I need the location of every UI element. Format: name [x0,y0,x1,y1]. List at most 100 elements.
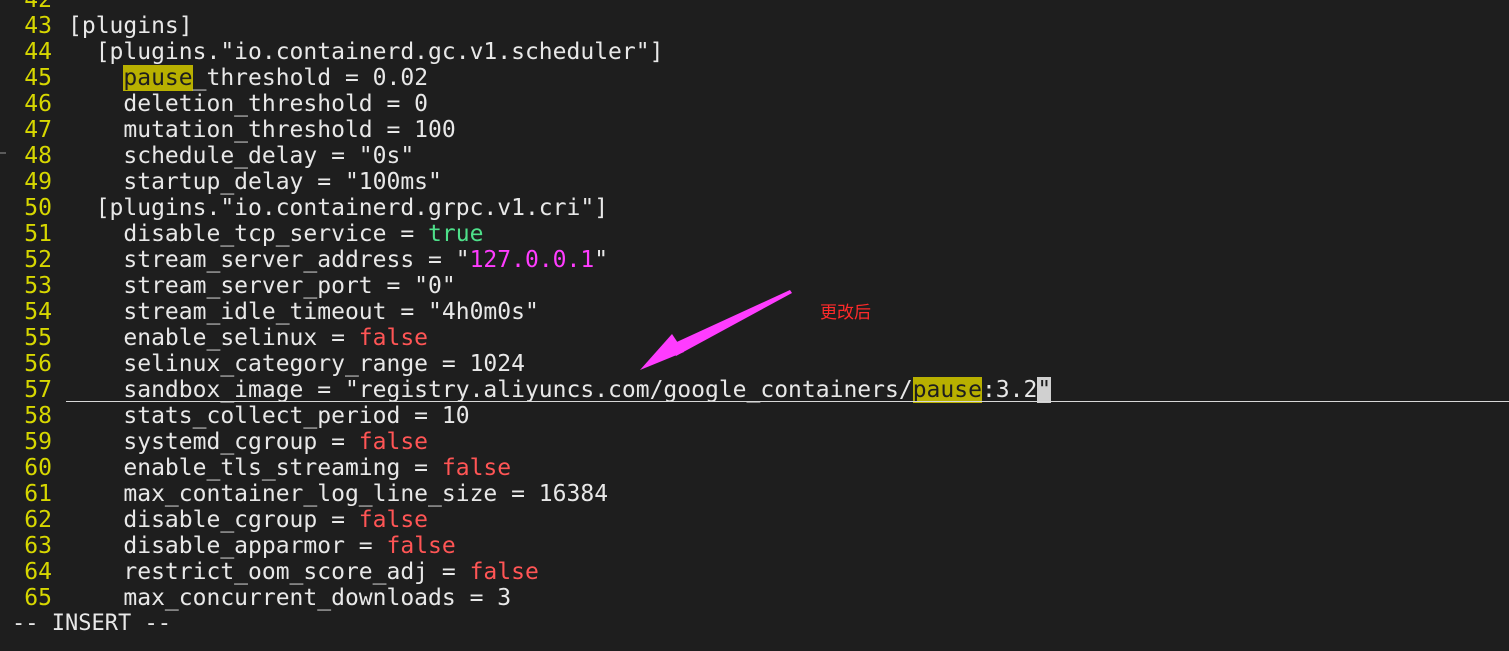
code-token: [plugins] [68,13,193,39]
code-line[interactable]: 63 disable_apparmor = false [0,533,1509,559]
code-token: stream_idle_timeout = "4h0m0s" [68,299,539,325]
code-line[interactable]: 44 [plugins."io.containerd.gc.v1.schedul… [0,39,1509,65]
line-number: 43 [24,13,52,39]
code-token: deletion_threshold = 0 [68,91,429,117]
code-token: false [358,429,429,455]
code-line[interactable]: 52 stream_server_address = "127.0.0.1" [0,247,1509,273]
code-editor[interactable]: 42 43 [plugins] 44 [plugins."io.containerd.… [0,0,1509,611]
line-content[interactable]: restrict_oom_score_adj = false [68,559,539,585]
line-content[interactable]: disable_cgroup = false [68,507,428,533]
code-line[interactable]: 55 enable_selinux = false [0,325,1509,351]
code-line[interactable]: 48 schedule_delay = "0s" [0,143,1509,169]
line-content[interactable]: pause_threshold = 0.02 [68,65,428,91]
code-token: mutation_threshold = 100 [68,117,456,143]
code-line[interactable]: 43 [plugins] [0,13,1509,39]
line-number: 45 [24,65,52,91]
line-content[interactable]: max_concurrent_downloads = 3 [68,585,511,611]
code-token: false [358,325,429,351]
line-content[interactable]: stream_server_address = "127.0.0.1" [68,247,608,273]
code-line[interactable]: 47 mutation_threshold = 100 [0,117,1509,143]
code-line[interactable]: 51 disable_tcp_service = true [0,221,1509,247]
code-token: false [386,533,456,559]
code-token: enable_selinux = [68,325,359,351]
code-token: disable_tcp_service = [68,221,429,247]
line-content[interactable]: schedule_delay = "0s" [68,143,414,169]
code-token: disable_apparmor = [68,533,387,559]
line-number: 52 [24,247,52,273]
line-content[interactable]: disable_tcp_service = true [68,221,483,247]
line-content[interactable]: selinux_category_range = 1024 [68,351,525,377]
line-content[interactable]: stats_collect_period = 10 [68,403,470,429]
code-line[interactable]: 53 stream_server_port = "0" [0,273,1509,299]
code-token: schedule_delay = "0s" [68,143,415,169]
code-token: false [469,559,539,585]
code-line[interactable]: 59 systemd_cgroup = false [0,429,1509,455]
code-token: enable_tls_streaming = [68,455,442,481]
line-number: 61 [24,481,52,507]
line-content[interactable]: stream_server_port = "0" [68,273,455,299]
code-line[interactable]: 50 [plugins."io.containerd.grpc.v1.cri"] [0,195,1509,221]
line-content[interactable]: sandbox_image = "registry.aliyuncs.com/g… [68,377,1052,403]
code-line[interactable]: 62 disable_cgroup = false [0,507,1509,533]
line-content[interactable]: enable_tls_streaming = false [68,455,511,481]
line-content[interactable]: mutation_threshold = 100 [68,117,456,143]
code-line[interactable]: 65 max_concurrent_downloads = 3 [0,585,1509,611]
line-content[interactable]: [plugins] [68,13,193,39]
line-number: 42 [24,0,52,13]
code-token: 127.0.0.1 [469,247,595,273]
line-content[interactable]: max_container_log_line_size = 16384 [68,481,608,507]
code-line[interactable]: 60 enable_tls_streaming = false [0,455,1509,481]
line-number: 47 [24,117,52,143]
code-token: false [441,455,512,481]
line-number: 56 [24,351,52,377]
code-token: max_concurrent_downloads = 3 [68,585,512,611]
line-number: 62 [24,507,52,533]
code-token: [plugins."io.containerd.gc.v1.scheduler"… [68,39,664,65]
line-content[interactable]: [plugins."io.containerd.gc.v1.scheduler"… [68,39,664,65]
line-number: 49 [24,169,52,195]
line-content[interactable]: deletion_threshold = 0 [68,91,428,117]
line-number: 55 [24,325,52,351]
line-number: 44 [24,39,52,65]
line-number: 54 [24,299,52,325]
code-line[interactable]: 56 selinux_category_range = 1024 [0,351,1509,377]
search-match: pause [123,65,193,91]
line-number: 60 [24,455,52,481]
code-token: startup_delay = "100ms" [68,169,442,195]
code-token: systemd_cgroup = [68,429,359,455]
line-number: 51 [24,221,52,247]
code-line[interactable]: 57 sandbox_image = "registry.aliyuncs.co… [0,377,1509,403]
code-line[interactable]: 42 [0,0,1509,13]
code-token: restrict_oom_score_adj = [68,559,470,585]
code-line[interactable]: 64 restrict_oom_score_adj = false [0,559,1509,585]
code-line[interactable]: 49 startup_delay = "100ms" [0,169,1509,195]
line-number: 63 [24,533,52,559]
line-content[interactable]: startup_delay = "100ms" [68,169,442,195]
mode-indicator: -- INSERT -- [12,611,171,636]
code-line[interactable]: 45 pause_threshold = 0.02 [0,65,1509,91]
line-number: 48 [24,143,52,169]
text-cursor: " [1037,377,1052,403]
line-content[interactable]: stream_idle_timeout = "4h0m0s" [68,299,539,325]
line-number: 59 [24,429,52,455]
line-content[interactable]: enable_selinux = false [68,325,428,351]
line-content[interactable]: systemd_cgroup = false [68,429,428,455]
code-line[interactable]: 58 stats_collect_period = 10 [0,403,1509,429]
line-number: 46 [24,91,52,117]
line-content[interactable]: disable_apparmor = false [68,533,456,559]
code-line[interactable]: 54 stream_idle_timeout = "4h0m0s" [0,299,1509,325]
line-number: 64 [24,559,52,585]
line-content[interactable]: [plugins."io.containerd.grpc.v1.cri"] [68,195,608,221]
code-line[interactable]: 61 max_container_log_line_size = 16384 [0,481,1509,507]
code-token: stream_server_address = " [68,247,470,273]
code-token: stats_collect_period = 10 [68,403,470,429]
code-token: [plugins."io.containerd.grpc.v1.cri"] [68,195,609,221]
code-token: max_container_log_line_size = 16384 [68,481,609,507]
code-token: :3.2 [981,377,1038,403]
code-token: selinux_category_range = 1024 [68,351,525,377]
line-number: 58 [24,403,52,429]
code-token: sandbox_image = "registry.aliyuncs.com/g… [68,377,913,403]
code-line[interactable]: 46 deletion_threshold = 0 [0,91,1509,117]
annotation-label: 更改后 [820,303,871,323]
